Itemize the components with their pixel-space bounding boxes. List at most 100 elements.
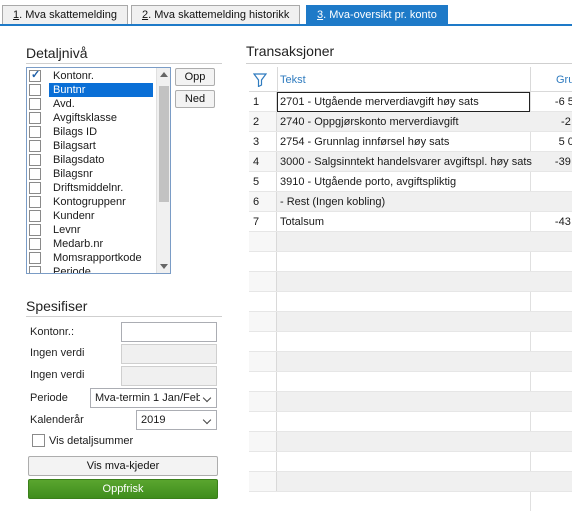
vis-detaljsummer-label: Vis detaljsummer bbox=[49, 435, 134, 447]
table-row[interactable]: 4 3000 - Salgsinntekt handelsvarer avgift… bbox=[249, 152, 572, 172]
list-item-checkbox[interactable] bbox=[29, 266, 41, 273]
vis-mva-kjeder-button[interactable]: Vis mva-kjeder bbox=[28, 456, 218, 476]
list-item[interactable]: Bilagsnr bbox=[27, 167, 157, 181]
tekst-cell[interactable]: Totalsum bbox=[280, 216, 324, 228]
list-item[interactable]: Kontogruppenr bbox=[27, 195, 157, 209]
row-number: 6 bbox=[253, 196, 260, 208]
list-item-checkbox[interactable] bbox=[29, 140, 41, 152]
list-item-checkbox[interactable] bbox=[29, 168, 41, 180]
row-number-cell bbox=[249, 452, 277, 471]
table-row[interactable] bbox=[249, 272, 572, 292]
list-item-checkbox[interactable] bbox=[29, 112, 41, 124]
list-item-checkbox[interactable] bbox=[29, 238, 41, 250]
list-item-checkbox[interactable] bbox=[29, 68, 41, 82]
oppfrisk-button[interactable]: Oppfrisk bbox=[28, 479, 218, 499]
tekst-cell[interactable]: - Rest (Ingen kobling) bbox=[280, 196, 385, 208]
grunnlag-cell[interactable]: 5 00 bbox=[559, 136, 572, 148]
tab-mva-skattemelding-historikk[interactable]: 2. Mva skattemelding historikk bbox=[131, 5, 301, 25]
grunnlag-cell[interactable]: -39 7 bbox=[555, 156, 572, 168]
tab-mva-oversikt-pr-konto[interactable]: 3. Mva-oversikt pr. konto bbox=[306, 5, 448, 25]
list-item[interactable]: Bilags ID bbox=[27, 125, 157, 139]
row-number: 2 bbox=[253, 116, 260, 128]
table-row[interactable] bbox=[249, 312, 572, 332]
row-number-cell bbox=[249, 272, 277, 291]
tab-mva-skattemelding[interactable]: 1. Mva skattemelding bbox=[2, 5, 128, 25]
detaljniva-divider bbox=[26, 63, 222, 64]
table-row[interactable] bbox=[249, 232, 572, 252]
table-row[interactable]: 1 2701 - Utgående merverdiavgift høy sats… bbox=[249, 92, 572, 112]
list-item-checkbox[interactable] bbox=[29, 196, 41, 208]
list-item[interactable]: Bilagsart bbox=[27, 139, 157, 153]
list-item[interactable]: Kundenr bbox=[27, 209, 157, 223]
list-item-label: Bilagsdato bbox=[53, 154, 105, 166]
table-row[interactable]: 3 2754 - Grunnlag innførsel høy sats 5 00 bbox=[249, 132, 572, 152]
list-item[interactable]: Levnr bbox=[27, 223, 157, 237]
table-row[interactable] bbox=[249, 372, 572, 392]
list-item[interactable]: Bilagsdato bbox=[27, 153, 157, 167]
column-header-grunnlag[interactable]: Gru bbox=[556, 74, 572, 86]
list-item-checkbox[interactable] bbox=[29, 252, 41, 264]
list-item[interactable]: Kontonr. bbox=[27, 68, 157, 83]
tekst-cell[interactable]: 3910 - Utgående porto, avgiftspliktig bbox=[280, 176, 456, 188]
row-number-cell bbox=[249, 412, 277, 431]
row-number: 3 bbox=[253, 136, 260, 148]
list-item-checkbox[interactable] bbox=[29, 154, 41, 166]
list-item-label: Bilagsnr bbox=[53, 168, 93, 180]
list-item[interactable]: Driftsmiddelnr. bbox=[27, 181, 157, 195]
detail-level-list[interactable]: Kontonr.BuntnrAvd. Avgiftsklasse Bilags ID… bbox=[26, 67, 171, 274]
filter-icon[interactable] bbox=[253, 73, 267, 87]
list-item[interactable]: Medarb.nr bbox=[27, 237, 157, 251]
list-item[interactable]: Avd. bbox=[27, 97, 157, 111]
table-row[interactable]: 53910 - Utgående porto, avgiftspliktig- bbox=[249, 172, 572, 192]
list-item-checkbox[interactable] bbox=[29, 182, 41, 194]
list-item[interactable]: Momsrapportkode bbox=[27, 251, 157, 265]
table-row[interactable] bbox=[249, 412, 572, 432]
vis-detaljsummer-checkbox[interactable] bbox=[32, 434, 45, 447]
kalenderar-select[interactable]: 2019 bbox=[136, 410, 217, 430]
table-row[interactable]: 2 2740 - Oppgjørskonto merverdiavgift -2 1 bbox=[249, 112, 572, 132]
list-scrollbar[interactable] bbox=[156, 68, 170, 273]
transaksjoner-title: Transaksjoner bbox=[246, 43, 335, 59]
tekst-cell[interactable]: 2740 - Oppgjørskonto merverdiavgift bbox=[280, 116, 459, 128]
grunnlag-cell[interactable]: -2 1 bbox=[561, 116, 572, 128]
periode-select[interactable]: Mva-termin 1 Jan/Feb bbox=[90, 388, 217, 408]
table-row[interactable] bbox=[249, 252, 572, 272]
list-item[interactable]: Avgiftsklasse bbox=[27, 111, 157, 125]
list-item-checkbox[interactable] bbox=[29, 126, 41, 138]
move-up-button[interactable]: Opp bbox=[175, 68, 215, 86]
scroll-thumb[interactable] bbox=[159, 86, 169, 202]
list-item[interactable]: Periode bbox=[27, 265, 157, 273]
list-item-label: Driftsmiddelnr. bbox=[53, 182, 124, 194]
grunnlag-cell[interactable]: -6 56 bbox=[555, 96, 572, 108]
tekst-cell[interactable]: 3000 - Salgsinntekt handelsvarer avgifts… bbox=[280, 156, 532, 168]
table-row[interactable] bbox=[249, 432, 572, 452]
list-item-checkbox[interactable] bbox=[29, 98, 41, 110]
row-number-cell bbox=[249, 472, 277, 491]
table-row[interactable] bbox=[249, 332, 572, 352]
chevron-down-icon[interactable] bbox=[200, 389, 216, 407]
table-row[interactable] bbox=[249, 472, 572, 492]
kontonr-input[interactable] bbox=[121, 322, 217, 342]
table-row[interactable] bbox=[249, 452, 572, 472]
spesifiser-title: Spesifiser bbox=[26, 298, 88, 314]
tab-underline bbox=[0, 24, 572, 26]
table-row[interactable] bbox=[249, 352, 572, 372]
chevron-down-icon[interactable] bbox=[200, 411, 216, 429]
table-row[interactable]: 6 - Rest (Ingen kobling) bbox=[249, 192, 572, 212]
list-item-checkbox[interactable] bbox=[29, 84, 41, 96]
table-row[interactable] bbox=[249, 292, 572, 312]
table-row[interactable]: 7 Totalsum -43 3 bbox=[249, 212, 572, 232]
list-item-checkbox[interactable] bbox=[29, 224, 41, 236]
tekst-cell[interactable]: 2754 - Grunnlag innførsel høy sats bbox=[280, 136, 449, 148]
scroll-down-icon[interactable] bbox=[160, 264, 168, 269]
row-number-cell bbox=[249, 392, 277, 411]
table-row[interactable] bbox=[249, 392, 572, 412]
list-item[interactable]: Buntnr bbox=[27, 83, 157, 97]
list-item-checkbox[interactable] bbox=[29, 210, 41, 222]
scroll-up-icon[interactable] bbox=[160, 72, 168, 77]
move-down-button[interactable]: Ned bbox=[175, 90, 215, 108]
row-number-cell: 4 bbox=[249, 152, 277, 171]
grunnlag-cell[interactable]: -43 3 bbox=[555, 216, 572, 228]
column-header-tekst[interactable]: Tekst bbox=[280, 74, 306, 86]
list-item-label: Kundenr bbox=[53, 210, 95, 222]
